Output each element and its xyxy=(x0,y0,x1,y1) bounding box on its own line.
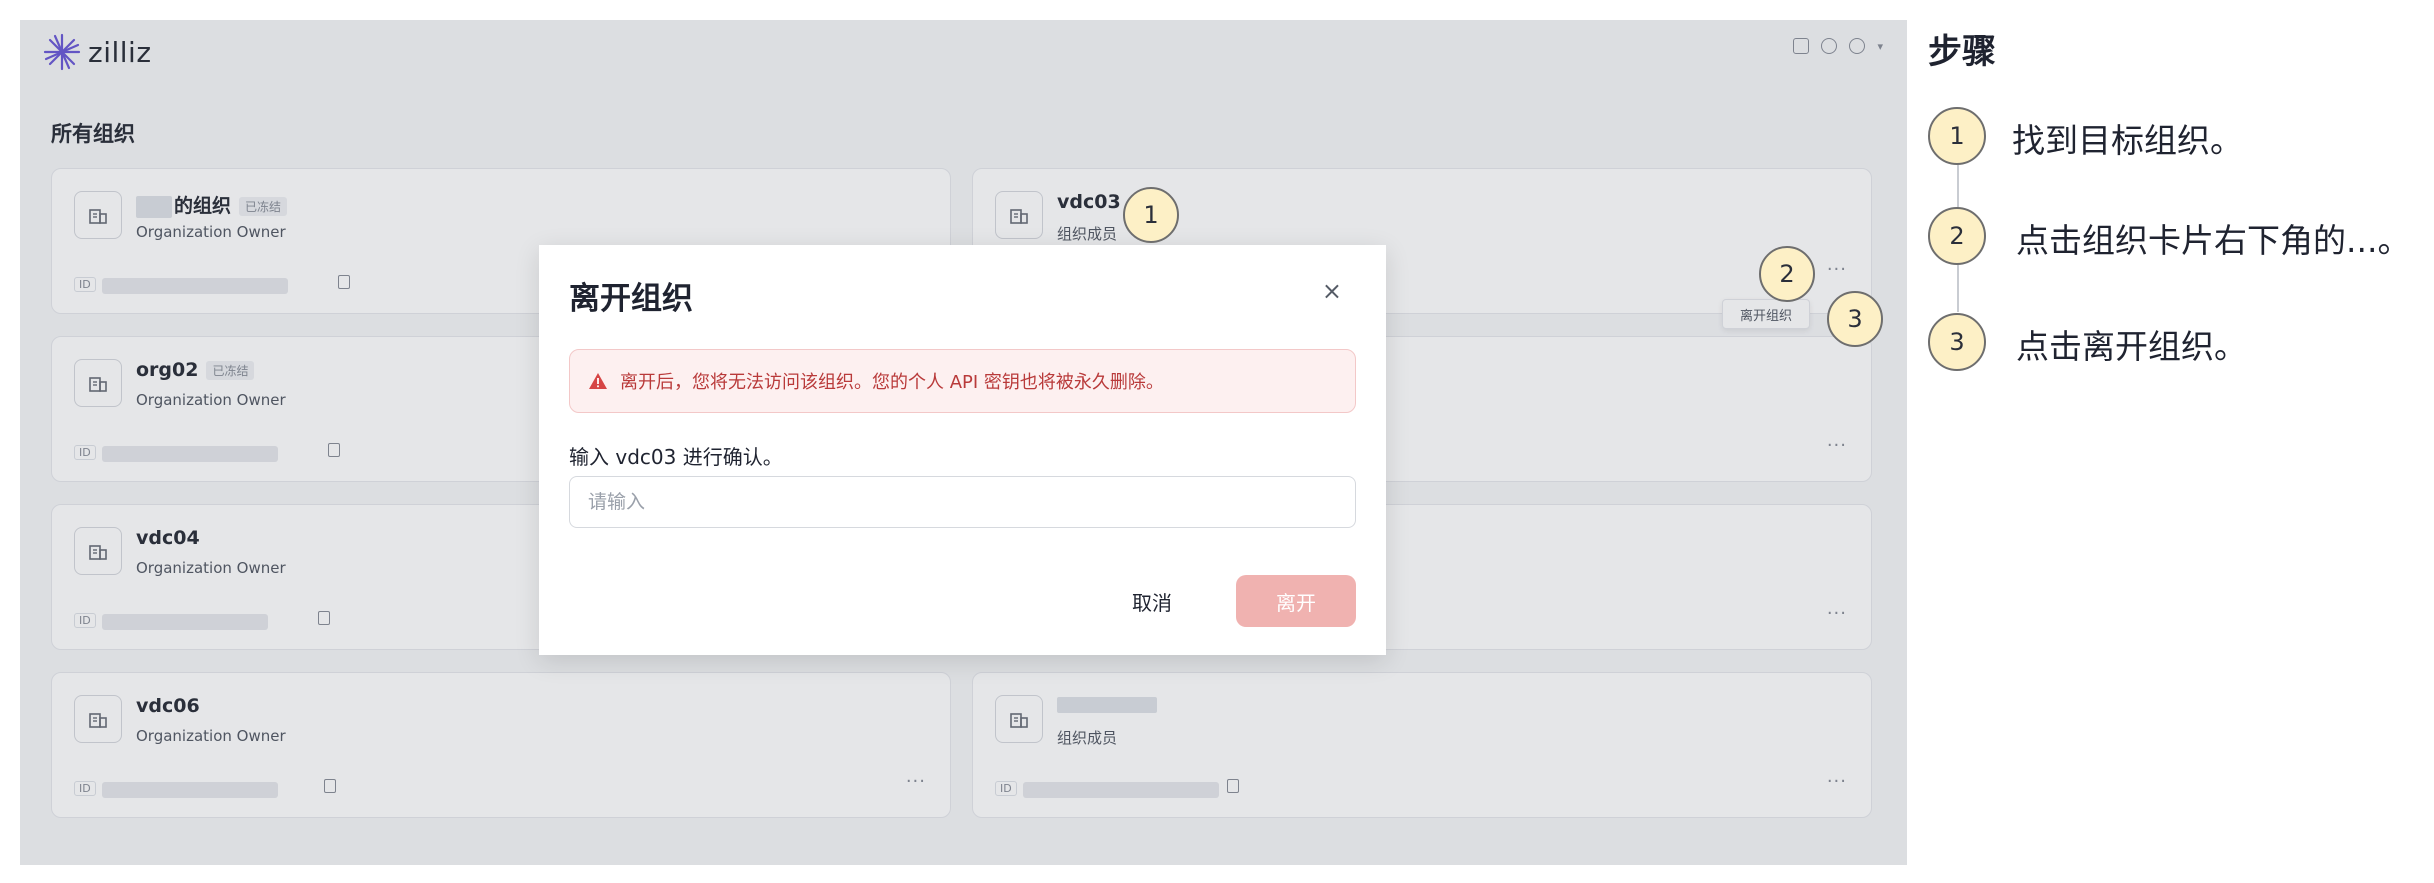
annotation-marker-3: 3 xyxy=(1827,291,1883,347)
annotation-marker-1: 1 xyxy=(1123,187,1179,243)
leave-org-dialog: 离开组织 × 离开后，您将无法访问该组织。您的个人 API 密钥也将被永久删除。… xyxy=(539,245,1386,655)
close-icon[interactable]: × xyxy=(1322,277,1342,305)
step-text-3: 点击离开组织。 xyxy=(2016,327,2247,366)
confirm-input[interactable] xyxy=(569,476,1356,528)
warning-text: 离开后，您将无法访问该组织。您的个人 API 密钥也将被永久删除。 xyxy=(620,372,1164,393)
step-marker-2: 2 xyxy=(1928,207,1986,265)
warning-alert: 离开后，您将无法访问该组织。您的个人 API 密钥也将被永久删除。 xyxy=(569,349,1356,413)
screenshot-frame: zilliz ▾ 所有组织 的组织 已冻结 Organization Owner … xyxy=(20,20,1907,865)
step-marker-1: 1 xyxy=(1928,107,1986,165)
warning-icon xyxy=(589,373,607,389)
leave-button[interactable]: 离开 xyxy=(1236,575,1356,627)
confirm-label: 输入 vdc03 进行确认。 xyxy=(569,445,783,469)
step-marker-3: 3 xyxy=(1928,313,1986,371)
annotation-marker-2: 2 xyxy=(1759,246,1815,302)
step-text-1: 找到目标组织。 xyxy=(2012,121,2243,160)
dialog-title: 离开组织 xyxy=(569,281,693,317)
steps-title: 步骤 xyxy=(1928,32,1996,72)
cancel-button[interactable]: 取消 xyxy=(1116,575,1188,627)
step-text-2: 点击组织卡片右下角的...。 xyxy=(2016,221,2411,260)
